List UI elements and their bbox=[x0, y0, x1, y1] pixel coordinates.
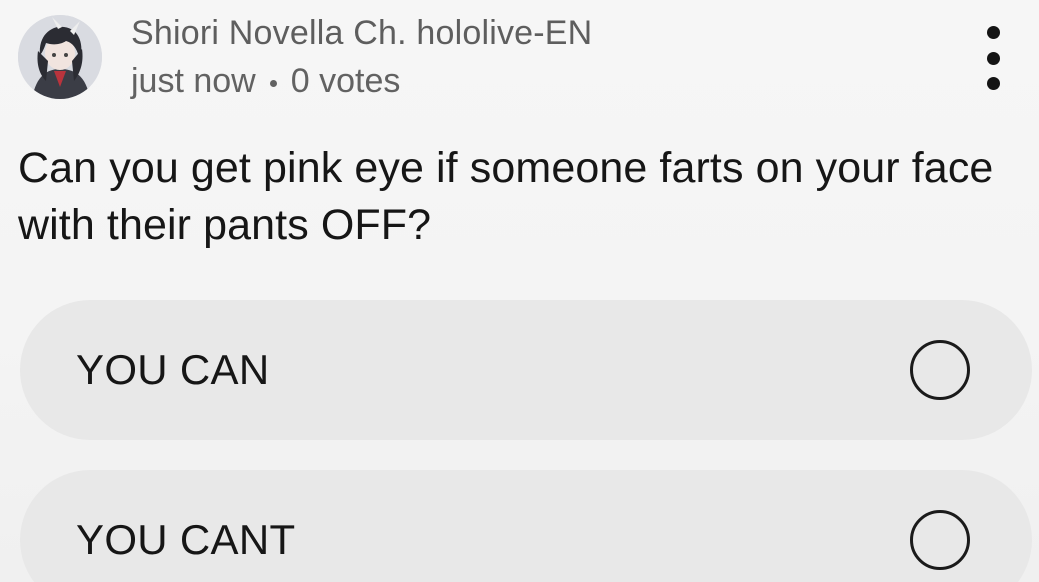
vote-count: 0 votes bbox=[290, 62, 401, 100]
radio-circle-icon[interactable] bbox=[910, 510, 970, 570]
vertical-ellipsis-icon bbox=[986, 26, 1000, 39]
poll-option-you-cant[interactable]: YOU CANT bbox=[20, 470, 1032, 582]
author-name[interactable]: Shiori Novella Ch. hololive-EN bbox=[131, 12, 592, 54]
post-timestamp: just now bbox=[131, 62, 256, 100]
separator-dot-icon bbox=[269, 79, 277, 87]
poll-option-you-can[interactable]: YOU CAN bbox=[20, 300, 1032, 440]
post-meta: Shiori Novella Ch. hololive-EN just now … bbox=[131, 12, 592, 102]
post-subline: just now 0 votes bbox=[131, 60, 592, 102]
radio-circle-icon[interactable] bbox=[910, 340, 970, 400]
vertical-ellipsis-icon bbox=[986, 77, 1000, 90]
poll-post-card: Shiori Novella Ch. hololive-EN just now … bbox=[0, 0, 1039, 582]
vertical-ellipsis-icon bbox=[986, 51, 1000, 65]
poll-question: Can you get pink eye if someone farts on… bbox=[18, 144, 994, 249]
post-header: Shiori Novella Ch. hololive-EN just now … bbox=[18, 12, 592, 102]
author-avatar[interactable] bbox=[18, 15, 102, 99]
poll-option-label: YOU CANT bbox=[76, 516, 296, 563]
more-options-button[interactable] bbox=[975, 26, 1011, 90]
poll-option-label: YOU CAN bbox=[76, 346, 270, 393]
avatar-image bbox=[18, 15, 102, 99]
